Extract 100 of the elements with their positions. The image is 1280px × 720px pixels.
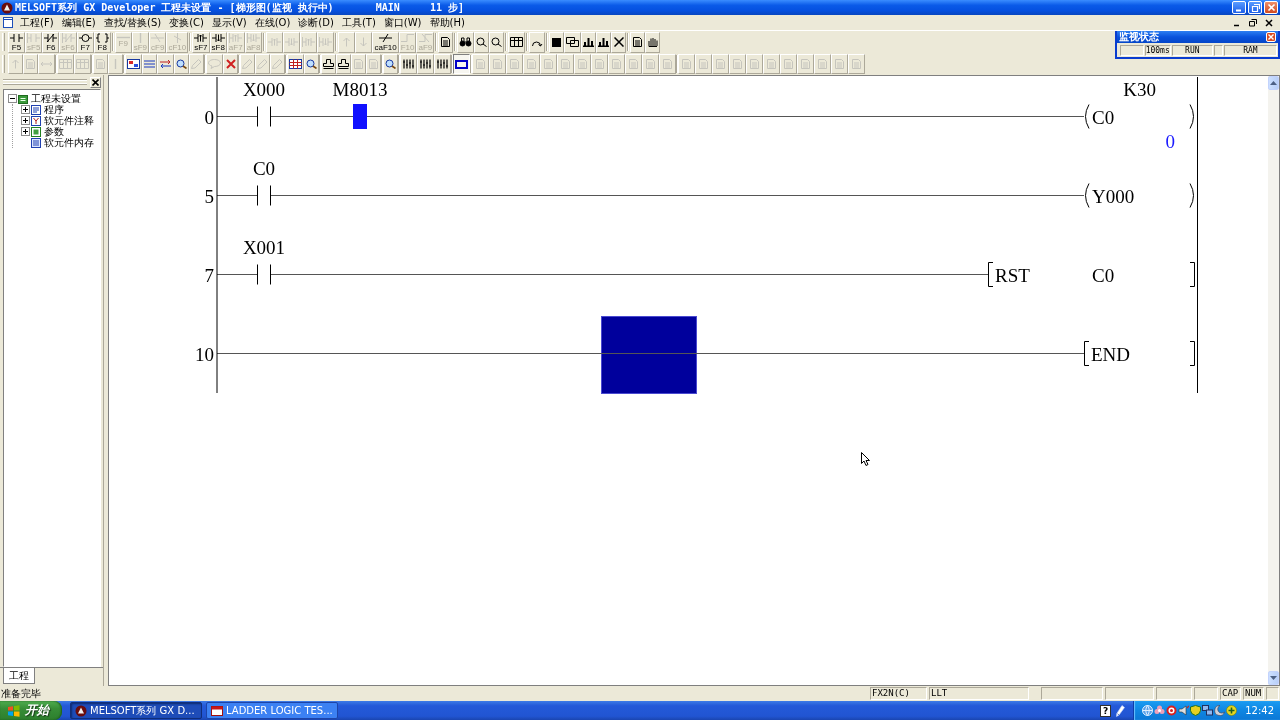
menu-item[interactable]: 工具(T): [338, 16, 379, 29]
slashed-contact-icon: [44, 32, 58, 43]
arrows-icon: [159, 59, 172, 69]
menu-item[interactable]: 变换(C): [166, 16, 207, 29]
stamp-icon: [338, 59, 349, 69]
status-panel: [1266, 687, 1279, 700]
expand-toggle[interactable]: [21, 105, 30, 114]
tree-item[interactable]: 软元件注释: [44, 115, 94, 126]
tree-item[interactable]: 工程未设置: [31, 93, 81, 104]
bracket-icon: [95, 32, 109, 43]
crossed-horizontal-line-icon: [151, 32, 165, 43]
toolbar-button[interactable]: F6: [42, 31, 60, 53]
toolbar-button[interactable]: F5: [8, 31, 25, 53]
status-message: 准备完毕: [1, 687, 41, 700]
double-arrow-icon: [40, 59, 53, 69]
menu-item[interactable]: 编辑(E): [58, 16, 99, 29]
toolbar-grip[interactable]: [2, 33, 5, 51]
document-icon: [578, 59, 587, 69]
document-icon: [26, 59, 35, 69]
menu-item[interactable]: 窗口(W): [380, 16, 425, 29]
magnifier-icon: [491, 37, 503, 47]
menu-item[interactable]: 在线(O): [251, 16, 294, 29]
device-label: M8013: [332, 79, 388, 100]
device-label: X000: [242, 79, 286, 100]
pen-icon: [1116, 704, 1126, 717]
contact-down-arrow-icon: [211, 32, 225, 43]
document-icon: [544, 59, 553, 69]
columns-icon: [402, 59, 415, 69]
expand-toggle[interactable]: [21, 116, 30, 125]
menu-item[interactable]: 诊断(D): [295, 16, 337, 29]
document-icon: [595, 59, 604, 69]
up-arrow-icon: [1270, 81, 1277, 85]
start-button[interactable]: 开始: [0, 701, 62, 720]
menu-item[interactable]: 帮助(H): [426, 16, 468, 29]
tab[interactable]: 工程: [3, 668, 35, 684]
document-icon: [31, 104, 41, 115]
x-mark-icon: [613, 37, 624, 47]
expand-toggle[interactable]: [21, 127, 30, 136]
taskbar-button[interactable]: LADDER LOGIC TES...: [206, 702, 338, 719]
down-arrow-icon: [360, 37, 368, 47]
document-icon: [31, 115, 41, 126]
scroll-up-button[interactable]: [1268, 76, 1279, 90]
emblem-icon: [75, 704, 87, 717]
document-icon: [493, 59, 502, 69]
panel-grip[interactable]: [3, 79, 87, 85]
slashed-line-icon: [379, 32, 393, 43]
restore-button[interactable]: [1248, 17, 1258, 28]
status-panel: [1105, 687, 1154, 700]
vertical-scrollbar[interactable]: [1268, 76, 1279, 685]
step-number: 10: [195, 343, 214, 365]
crescent-icon: [1214, 705, 1226, 716]
coil-icon: [78, 32, 92, 43]
device-label: C0: [1092, 264, 1115, 286]
document-icon: [629, 59, 638, 69]
flag-logo-icon: [7, 704, 20, 717]
toolbar-button[interactable]: sF7: [192, 31, 210, 53]
tree-item[interactable]: 软元件内存: [44, 137, 94, 148]
document-icon: [127, 59, 140, 69]
window-title: MELSOFT系列 GX Developer 工程未设置 - [梯形图(监视 执行中) MAIN 11 步]: [15, 1, 465, 15]
columns-icon: [419, 59, 432, 69]
menu-item[interactable]: 查找/替换(S): [100, 16, 165, 29]
columns-icon: [436, 59, 449, 69]
pen-icon: [257, 59, 268, 69]
magnifier-icon: [476, 37, 488, 47]
status-panel: RAM: [1223, 45, 1277, 56]
current-value: 0: [1165, 131, 1175, 152]
parallel-contact-down-arrow-icon: [247, 32, 261, 43]
folder-icon: [18, 93, 28, 104]
status-panel: [1156, 687, 1192, 700]
document-icon: [31, 126, 41, 137]
document-icon: [682, 59, 691, 69]
document-icon: [96, 59, 105, 69]
stamp-icon: [323, 59, 334, 69]
close-icon: [92, 78, 99, 86]
vertical-line-icon: [114, 59, 117, 69]
hand-icon: [647, 37, 658, 47]
help-button[interactable]: ?: [1100, 704, 1112, 717]
toolbar-button[interactable]: [453, 54, 470, 74]
toolbar-button[interactable]: caF10: [372, 31, 399, 53]
grid-icon: [289, 59, 302, 69]
menu-item[interactable]: 工程(F): [17, 16, 57, 29]
restore-icon: [1250, 3, 1260, 12]
status-panel: CAP: [1220, 687, 1241, 700]
scroll-down-button[interactable]: [1268, 671, 1279, 685]
document-icon: [716, 59, 725, 69]
menu-item[interactable]: 显示(V): [209, 16, 250, 29]
document-icon: [476, 59, 485, 69]
status-panel: LLT: [929, 687, 1029, 700]
instruction-label: RST: [995, 264, 1030, 286]
emblem-icon: [1, 1, 13, 14]
toolbar-grip[interactable]: [2, 55, 5, 73]
flower-icon: [1154, 705, 1166, 716]
horizontal-line-icon: [116, 36, 130, 39]
tree-item[interactable]: 参数: [44, 126, 64, 137]
status-panel: FX2N(C): [870, 687, 927, 700]
status-panel: RUN: [1171, 45, 1213, 56]
tree-item[interactable]: 程序: [44, 104, 64, 115]
taskbar-button[interactable]: MELSOFT系列 GX D...: [70, 702, 202, 719]
expand-toggle[interactable]: [8, 94, 17, 103]
close-button[interactable]: [1264, 17, 1274, 28]
